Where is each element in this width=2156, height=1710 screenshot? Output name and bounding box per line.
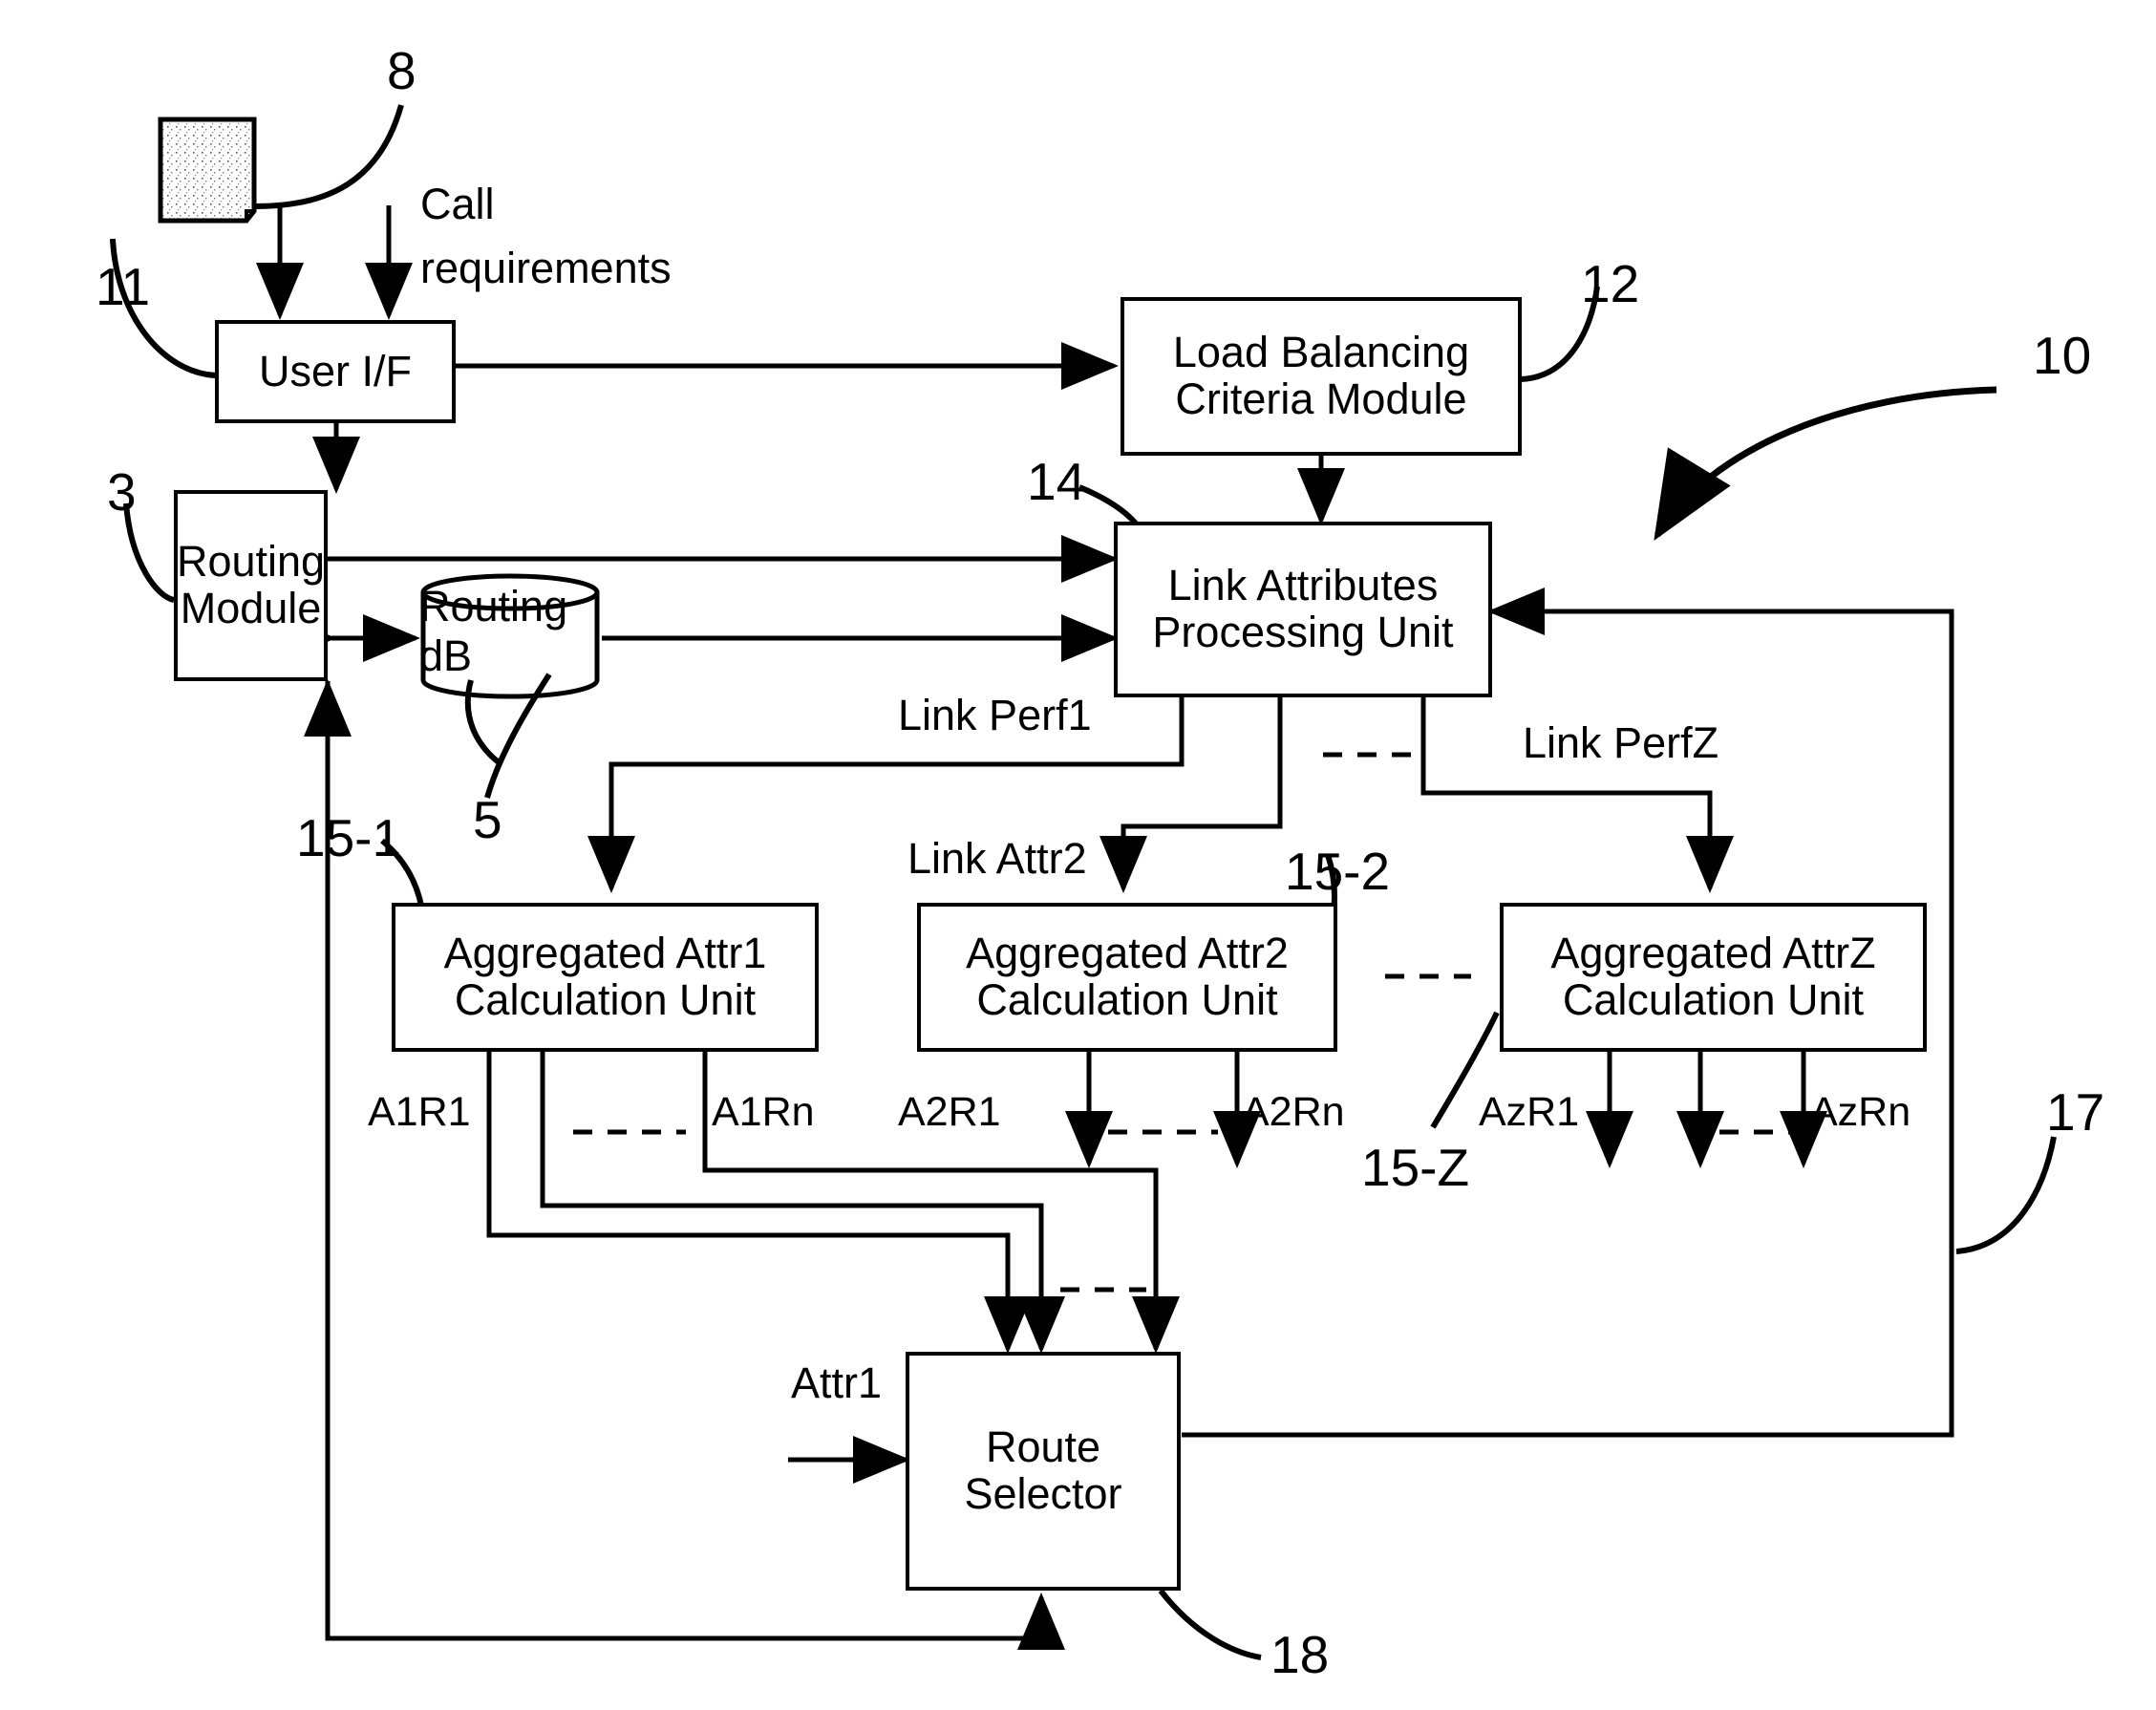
- node-agg-attr2-line1: Aggregated Attr2: [966, 929, 1289, 978]
- node-agg-attrz-line1: Aggregated AttrZ: [1550, 929, 1876, 978]
- reference-numeral-8: 8: [387, 41, 416, 100]
- label-call-requirements-line1: Call: [420, 180, 495, 228]
- routing-db-label: Routing dB: [419, 582, 568, 680]
- node-aggregated-attr2-calculation-unit[interactable]: Aggregated Attr2 Calculation Unit: [917, 903, 1337, 1052]
- node-load-balancing-line1: Load Balancing: [1172, 328, 1470, 377]
- node-agg-attr2-line2: Calculation Unit: [976, 975, 1278, 1024]
- label-link-attr2: Link Attr2: [907, 834, 1087, 883]
- node-load-balancing-line2: Criteria Module: [1175, 374, 1467, 423]
- reference-numeral-18: 18: [1270, 1625, 1330, 1684]
- label-a2rn: A2Rn: [1242, 1089, 1345, 1135]
- node-user-interface-label: User I/F: [258, 346, 412, 395]
- node-agg-attr1-line2: Calculation Unit: [454, 975, 757, 1024]
- node-load-balancing-criteria-module[interactable]: Load Balancing Criteria Module: [1121, 297, 1522, 456]
- reference-numeral-17: 17: [2046, 1082, 2105, 1142]
- label-a1rn: A1Rn: [712, 1089, 815, 1135]
- patent-figure: Routing dB User I/F Load Balancing Crite…: [0, 0, 2156, 1710]
- label-link-perf1: Link Perf1: [898, 691, 1092, 739]
- reference-numeral-15-z: 15-Z: [1361, 1138, 1470, 1197]
- node-routing-module[interactable]: Routing Module: [174, 490, 328, 681]
- reference-numeral-3: 3: [107, 462, 137, 522]
- node-agg-attr1-line1: Aggregated Attr1: [443, 929, 767, 978]
- label-attr1: Attr1: [791, 1358, 883, 1407]
- label-call-requirements-line2: requirements: [420, 244, 672, 292]
- label-azr1: AzR1: [1479, 1089, 1580, 1135]
- label-azrn: AzRn: [1810, 1089, 1911, 1135]
- document-icon: [158, 117, 257, 224]
- node-user-interface[interactable]: User I/F: [215, 320, 456, 423]
- node-routing-module-line1: Routing: [176, 537, 326, 587]
- reference-numeral-11: 11: [96, 257, 151, 316]
- node-aggregated-attrz-calculation-unit[interactable]: Aggregated AttrZ Calculation Unit: [1500, 903, 1927, 1052]
- node-link-attributes-line1: Link Attributes: [1167, 561, 1439, 610]
- node-route-selector-line1: Route: [985, 1422, 1101, 1472]
- node-route-selector-line2: Selector: [964, 1469, 1122, 1518]
- node-aggregated-attr1-calculation-unit[interactable]: Aggregated Attr1 Calculation Unit: [392, 903, 819, 1052]
- label-a1r1: A1R1: [368, 1089, 471, 1135]
- reference-numeral-14: 14: [1027, 452, 1086, 511]
- reference-numeral-10: 10: [2033, 326, 2092, 385]
- reference-numeral-15-2: 15-2: [1285, 842, 1391, 901]
- label-a2r1: A2R1: [898, 1089, 1001, 1135]
- reference-numeral-5: 5: [473, 790, 502, 849]
- node-link-attributes-processing-unit[interactable]: Link Attributes Processing Unit: [1114, 522, 1492, 697]
- label-link-perfz: Link PerfZ: [1523, 718, 1719, 767]
- node-agg-attrz-line2: Calculation Unit: [1562, 975, 1865, 1024]
- node-link-attributes-line2: Processing Unit: [1152, 608, 1454, 656]
- reference-numeral-12: 12: [1581, 254, 1640, 313]
- node-route-selector[interactable]: Route Selector: [906, 1352, 1181, 1591]
- reference-numeral-15-1: 15-1: [296, 808, 402, 867]
- node-routing-module-line2: Module: [180, 584, 322, 632]
